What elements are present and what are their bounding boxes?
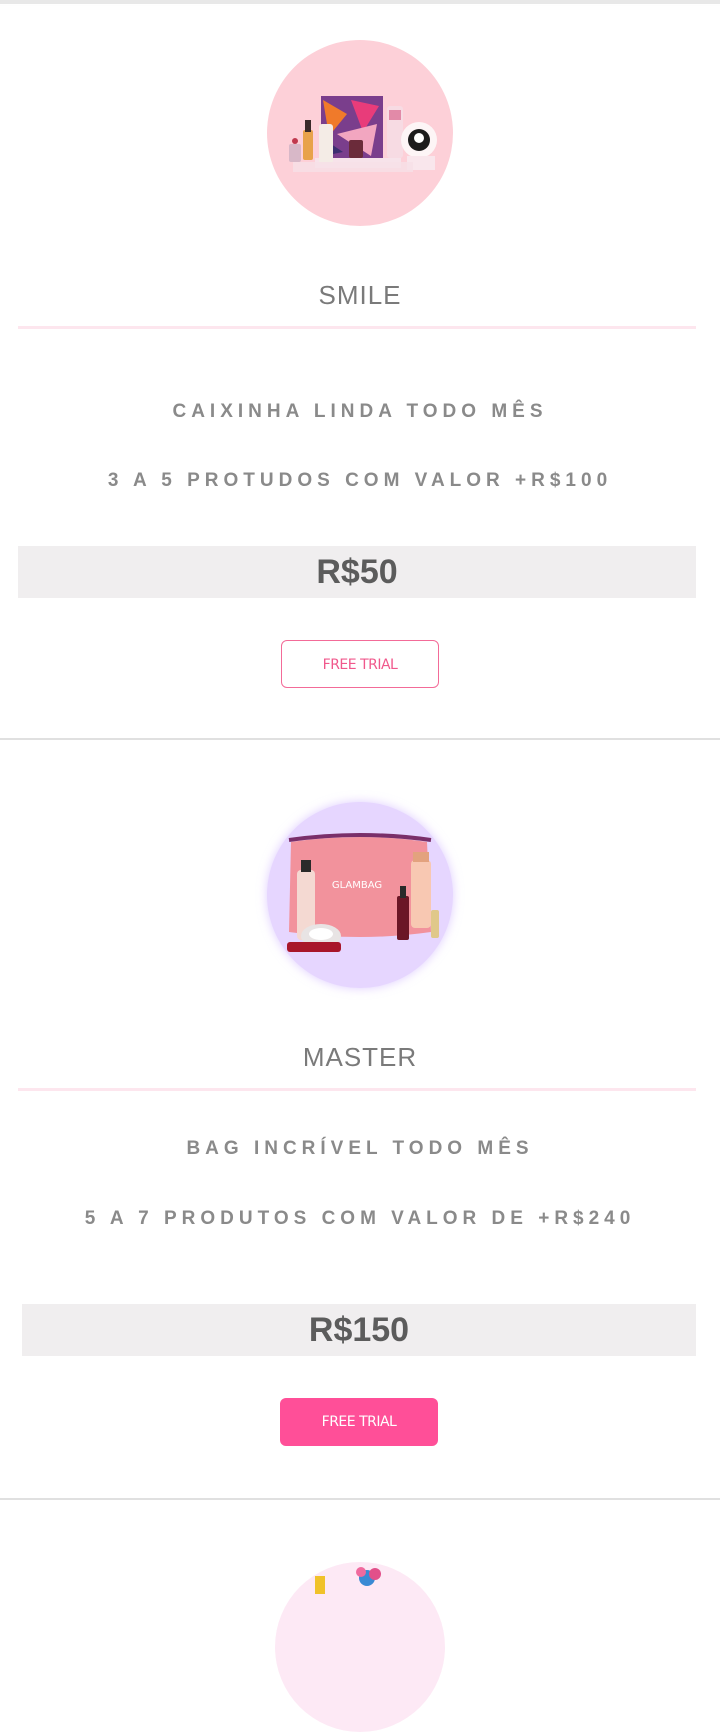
plan-price: R$50 xyxy=(18,546,696,598)
divider xyxy=(18,1088,696,1091)
plan-image-smile xyxy=(267,40,453,226)
plan-name: SMILE xyxy=(318,280,402,310)
plan-feature: 3 A 5 PROTUDOS COM VALOR +R$100 xyxy=(107,470,613,491)
plan-card-master: GLAMBAG MASTER BAG INCRÍVEL TODO MÊS 5 A… xyxy=(0,740,720,1500)
plan-name: MASTER xyxy=(302,1042,418,1072)
beauty-box-products-image xyxy=(289,96,437,172)
plan-feature: BAG INCRÍVEL TODO MÊS xyxy=(186,1138,534,1159)
plan-feature: CAIXINHA LINDA TODO MÊS xyxy=(172,401,548,422)
plan-card-smile: SMILE CAIXINHA LINDA TODO MÊS 3 A 5 PROT… xyxy=(0,6,720,740)
plan-price: R$150 xyxy=(22,1304,696,1356)
divider xyxy=(18,326,696,329)
plan-card-3 xyxy=(0,1500,720,1732)
plan-feature: 5 A 7 PRODUTOS COM VALOR DE +R$240 xyxy=(84,1208,636,1229)
plan-image-master: GLAMBAG xyxy=(267,802,453,988)
gift-products-image xyxy=(315,1567,381,1594)
top-divider xyxy=(0,0,720,4)
free-trial-button[interactable]: FREE TRIAL xyxy=(280,1398,438,1446)
plan-image-3 xyxy=(275,1562,445,1732)
free-trial-button[interactable]: FREE TRIAL xyxy=(281,640,439,688)
bag-brand-text: GLAMBAG xyxy=(332,880,382,891)
glambag-products-image: GLAMBAG xyxy=(287,833,439,952)
